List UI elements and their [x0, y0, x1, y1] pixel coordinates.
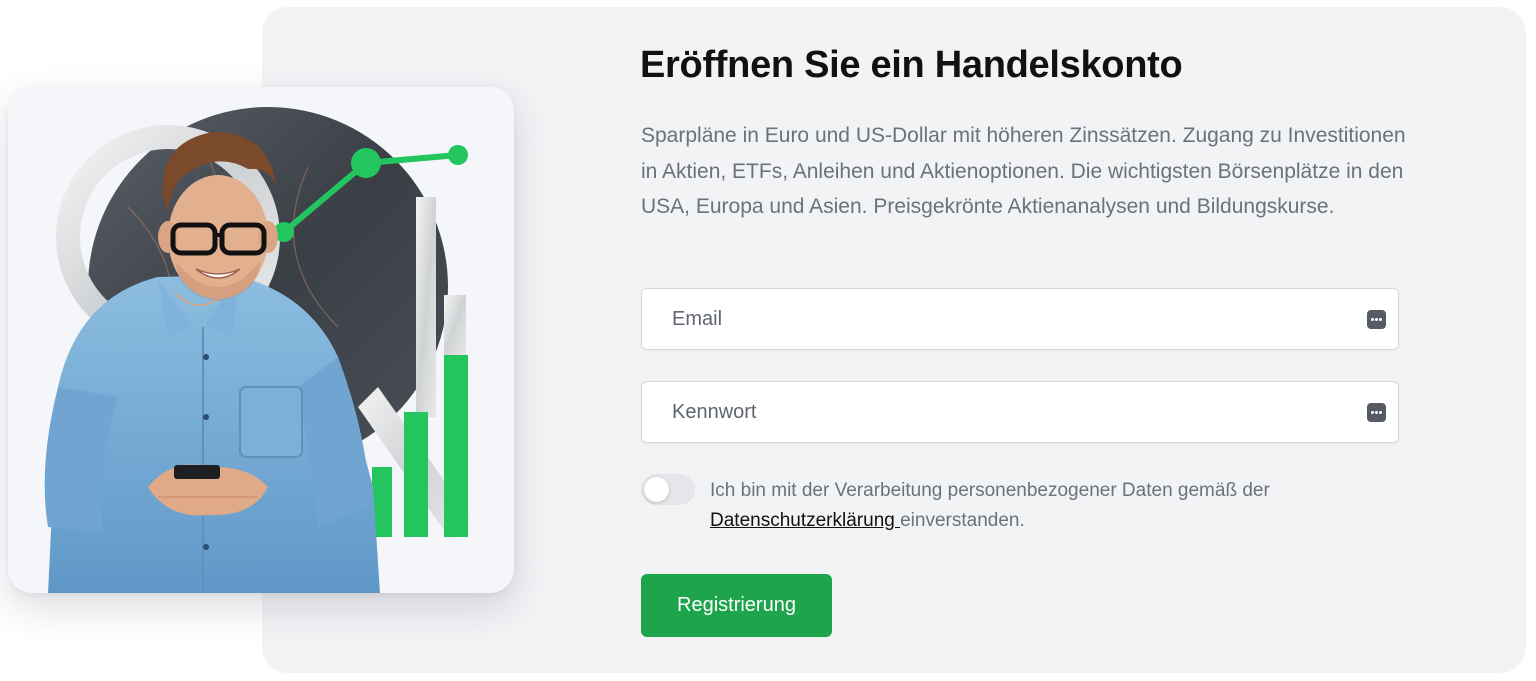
password-field[interactable] — [641, 381, 1399, 443]
chart-bar — [444, 355, 468, 537]
signup-description: Sparpläne in Euro und US-Dollar mit höhe… — [641, 124, 1406, 218]
consent-toggle[interactable] — [641, 474, 695, 505]
signup-section: Eröffnen Sie ein Handelskonto Sparpläne … — [0, 0, 1536, 681]
email-field[interactable] — [641, 288, 1399, 350]
phone — [174, 465, 220, 479]
chart-bar — [404, 412, 428, 537]
password-input[interactable] — [642, 382, 1398, 442]
privacy-policy-link[interactable]: Datenschutzerklärung — [710, 510, 900, 531]
man-with-phone-illustration — [44, 107, 470, 593]
promo-illustration-card — [8, 87, 514, 593]
password-manager-key-icon[interactable] — [1367, 403, 1386, 422]
consent-text-before: Ich bin mit der Verarbeitung personenbez… — [710, 480, 1270, 501]
register-button[interactable]: Registrierung — [641, 574, 832, 637]
toggle-knob — [644, 477, 669, 502]
email-input[interactable] — [642, 289, 1398, 349]
consent-text-after: einverstanden. — [900, 510, 1025, 531]
page-title: Eröffnen Sie ein Handelskonto — [640, 44, 1183, 86]
password-manager-key-icon[interactable] — [1367, 310, 1386, 329]
consent-text: Ich bin mit der Verarbeitung personenbez… — [710, 476, 1410, 536]
